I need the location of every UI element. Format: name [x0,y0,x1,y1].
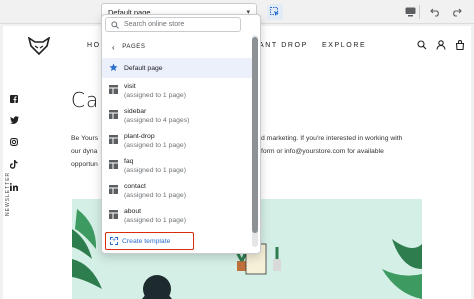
facebook-icon[interactable] [10,95,18,103]
body-text-line2-left: our dyna [71,148,98,155]
create-template-label: Create template [122,237,171,245]
nav-plant-drop[interactable]: ANT DROP [259,42,308,49]
body-text-line1-right: d marketing. If you're interested in wor… [261,135,403,142]
star-icon [109,63,118,72]
template-item-about[interactable]: about (assigned to 1 page) [102,203,252,228]
template-name: contact [124,182,146,190]
undo-icon [429,8,439,17]
cart-icon[interactable] [455,40,465,50]
template-name: Default page [124,64,163,72]
nav-home[interactable]: HO [87,42,101,49]
scrollbar-thumb[interactable] [252,37,258,233]
layout-template-icon [109,110,118,119]
fox-logo-icon [28,37,50,55]
layout-template-icon [109,210,118,219]
linkedin-icon[interactable] [10,183,18,191]
template-name: about [124,207,142,215]
template-assignment: (assigned to 4 pages) [124,116,190,124]
template-name: sidebar [124,107,147,115]
device-preview-button[interactable] [402,4,418,20]
template-item-contact[interactable]: contact (assigned to 1 page) [102,178,252,203]
template-assignment: (assigned to 1 page) [124,141,186,149]
body-text-line2-right: form or info@yourstore.com for available [261,148,384,155]
create-template-button[interactable]: + Create template [105,232,194,250]
template-item-plant-drop[interactable]: plant-drop (assigned to 1 page) [102,128,252,153]
template-name: visit [124,82,136,90]
template-list: Default page visit (assigned to 1 page) s… [102,58,252,228]
instagram-icon[interactable] [10,138,18,146]
toolbar-divider [419,5,420,19]
chevron-left-icon: ‹ [112,42,116,52]
template-item-visit[interactable]: visit (assigned to 1 page) [102,78,252,103]
cursor-select-icon [270,7,279,17]
body-text-line3-left: opportun [71,161,98,168]
template-item-faq[interactable]: faq (assigned to 1 page) [102,153,252,178]
search-placeholder: Search online store [124,21,185,28]
layout-template-icon [109,185,118,194]
template-name: faq [124,157,134,165]
add-template-icon: + [110,237,118,245]
redo-button[interactable] [448,4,464,20]
account-icon[interactable] [436,40,446,50]
inspector-button[interactable] [267,4,283,20]
pages-section-label: PAGES [122,44,146,50]
nav-explore[interactable]: EXPLORE [322,42,366,49]
redo-icon [452,8,462,17]
template-assignment: (assigned to 1 page) [124,91,186,99]
desktop-icon [405,7,415,17]
template-assignment: (assigned to 1 page) [124,216,186,224]
pages-back-button[interactable]: ‹ PAGES [102,39,252,55]
twitter-icon[interactable] [10,116,19,124]
template-assignment: (assigned to 1 page) [124,166,186,174]
search-input[interactable]: Search online store [105,17,241,32]
template-item-sidebar[interactable]: sidebar (assigned to 4 pages) [102,103,252,128]
template-dropdown: Search online store ‹ PAGES Default page… [101,14,261,254]
newsletter-tab[interactable]: NEWSLETTER [5,172,11,216]
template-name: plant-drop [124,132,155,140]
template-item-default-page[interactable]: Default page [102,58,252,78]
dropdown-scrollbar[interactable] [252,35,258,247]
search-icon [111,21,119,29]
undo-button[interactable] [427,4,443,20]
layout-template-icon [109,85,118,94]
search-icon[interactable] [417,40,427,50]
layout-template-icon [109,160,118,169]
tiktok-icon[interactable] [10,160,18,169]
body-text-line1-left: Be Yours [71,135,99,142]
layout-template-icon [109,135,118,144]
template-assignment: (assigned to 1 page) [124,191,186,199]
